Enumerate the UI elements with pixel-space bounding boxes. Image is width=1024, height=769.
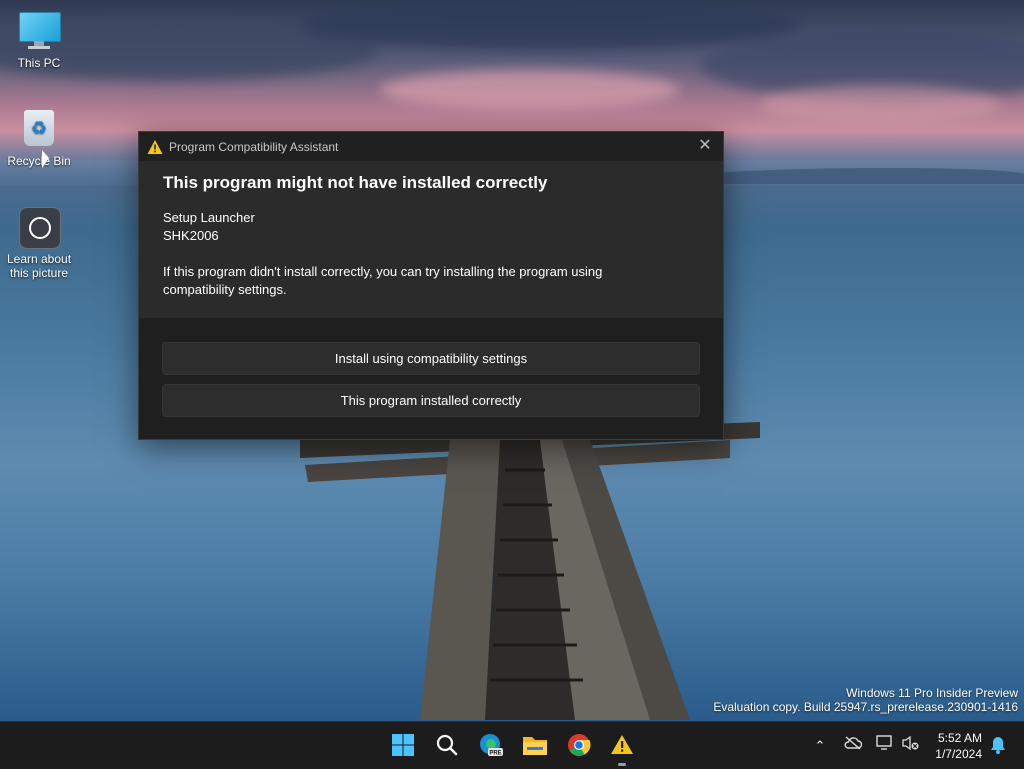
dialog-heading: This program might not have installed co…	[163, 173, 548, 192]
volume-muted-icon[interactable]	[902, 735, 922, 756]
desktop-icon-label: This PC	[17, 56, 61, 70]
desktop-icon-recycle-bin[interactable]: ♻ Recycle Bin	[6, 108, 72, 168]
dialog-footer: Install using compatibility settings Thi…	[139, 318, 723, 438]
dialog-title: Program Compatibility Assistant	[169, 139, 339, 154]
program-name: Setup Launcher	[163, 210, 255, 225]
network-icon[interactable]	[876, 735, 896, 756]
search-icon[interactable]	[433, 731, 461, 759]
taskbar-clock[interactable]: 5:52 AM 1/7/2024	[935, 730, 982, 762]
monitor-icon	[18, 10, 61, 52]
desktop-icon-label: Learn about this picture	[6, 252, 72, 280]
chrome-icon[interactable]	[565, 731, 593, 759]
active-app-indicator	[618, 763, 626, 766]
clock-time: 5:52 AM	[937, 731, 982, 745]
warning-icon	[147, 139, 163, 154]
dialog-description: If this program didn't install correctly…	[163, 264, 603, 297]
desktop-icon-label: Recycle Bin	[7, 154, 71, 168]
dialog-titlebar[interactable]: Program Compatibility Assistant ✕	[139, 132, 723, 161]
close-button[interactable]: ✕	[695, 136, 715, 156]
recycle-bin-icon: ♻	[18, 108, 60, 150]
taskbar: PRE ⌃ 5:52 AM 1/7/2024	[0, 721, 1024, 769]
program-publisher: SHK2006	[163, 228, 219, 243]
svg-text:PRE: PRE	[489, 751, 501, 757]
pier-wallpaper-graphic	[300, 422, 760, 720]
watermark-build: Evaluation copy. Build 25947.rs_prerelea…	[713, 700, 1018, 714]
installed-correctly-button[interactable]: This program installed correctly	[162, 384, 700, 417]
mouse-cursor-icon	[42, 150, 49, 168]
cloud-offline-icon[interactable]	[844, 736, 864, 755]
desktop-icon-this-pc[interactable]: This PC	[6, 10, 72, 70]
file-explorer-icon[interactable]	[521, 731, 549, 759]
start-icon[interactable]	[389, 731, 417, 759]
learn-about-picture-icon	[18, 206, 61, 249]
clock-date: 1/7/2024	[935, 747, 982, 761]
edge-preview-icon[interactable]: PRE	[477, 731, 505, 759]
evaluation-watermark: Windows 11 Pro Insider Preview Evaluatio…	[713, 686, 1018, 714]
chevron-up-icon[interactable]: ⌃	[810, 738, 830, 754]
desktop-icon-learn-about-picture[interactable]: Learn about this picture	[6, 206, 72, 280]
notification-bell-icon[interactable]	[990, 736, 1006, 754]
compatibility-assistant-dialog: Program Compatibility Assistant ✕ This p…	[138, 131, 724, 440]
compatibility-warning-icon[interactable]	[608, 731, 636, 759]
dialog-content: This program might not have installed co…	[139, 161, 723, 318]
watermark-edition: Windows 11 Pro Insider Preview	[846, 686, 1018, 700]
system-tray: ⌃	[810, 722, 922, 769]
install-compat-settings-button[interactable]: Install using compatibility settings	[162, 342, 700, 375]
